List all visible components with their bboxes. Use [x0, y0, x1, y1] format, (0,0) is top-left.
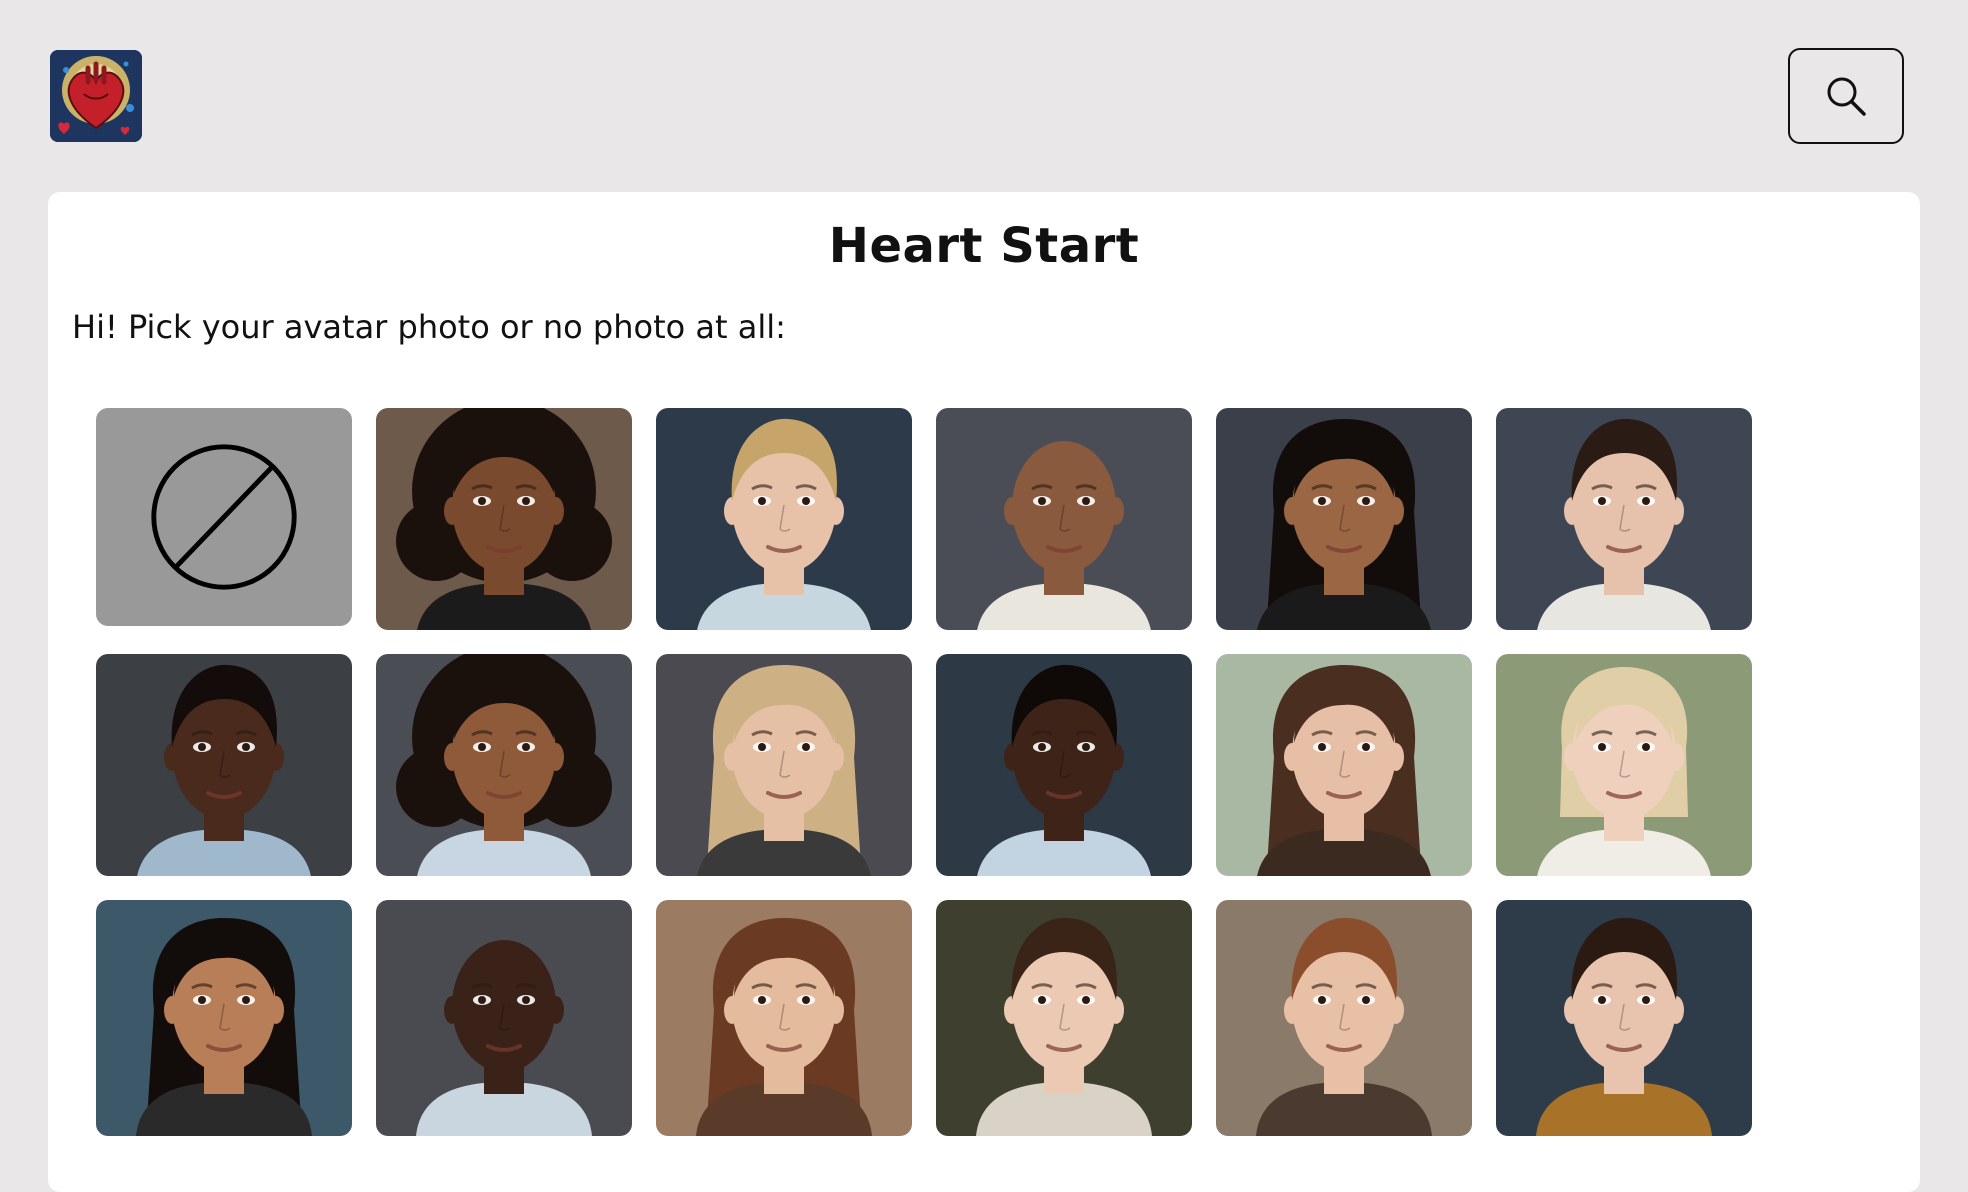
avatar-photo [656, 654, 912, 876]
avatar-photo [656, 408, 912, 630]
app-logo[interactable] [50, 50, 142, 142]
page-title: Heart Start [828, 218, 1140, 274]
avatar-photo [1496, 900, 1752, 1136]
avatar-photo [96, 654, 352, 876]
avatar-prompt: Hi! Pick your avatar photo or no photo a… [72, 308, 786, 346]
avatar-photo [96, 900, 352, 1136]
avatar-photo [376, 408, 632, 630]
avatar-option[interactable] [936, 900, 1192, 1136]
search-icon [1827, 77, 1866, 116]
avatar-option[interactable] [936, 654, 1192, 876]
avatar-grid [96, 408, 1752, 1136]
avatar-photo [1216, 900, 1472, 1136]
no-photo-option[interactable] [96, 408, 352, 626]
avatar-photo [936, 654, 1192, 876]
avatar-option[interactable] [936, 408, 1192, 630]
avatar-option[interactable] [96, 900, 352, 1136]
avatar-option[interactable] [96, 654, 352, 876]
avatar-option[interactable] [1496, 900, 1752, 1136]
avatar-option[interactable] [376, 654, 632, 876]
avatar-photo [376, 900, 632, 1136]
avatar-photo [656, 900, 912, 1136]
search-button[interactable] [1788, 48, 1904, 144]
avatar-option[interactable] [1496, 408, 1752, 630]
avatar-picker-card: Heart Start Hi! Pick your avatar photo o… [48, 192, 1920, 1192]
avatar-photo [376, 654, 632, 876]
anatomical-heart-logo-icon [50, 50, 142, 142]
avatar-option[interactable] [656, 900, 912, 1136]
avatar-photo [1216, 654, 1472, 876]
avatar-photo [936, 408, 1192, 630]
avatar-photo [1496, 408, 1752, 630]
avatar-option[interactable] [656, 654, 912, 876]
avatar-photo [1496, 654, 1752, 876]
avatar-option[interactable] [376, 900, 632, 1136]
avatar-option[interactable] [1216, 408, 1472, 630]
avatar-option[interactable] [1496, 654, 1752, 876]
avatar-option[interactable] [656, 408, 912, 630]
no-photo-icon [151, 444, 297, 590]
avatar-photo [1216, 408, 1472, 630]
avatar-option[interactable] [1216, 654, 1472, 876]
avatar-option[interactable] [1216, 900, 1472, 1136]
avatar-photo [936, 900, 1192, 1136]
avatar-option[interactable] [376, 408, 632, 630]
